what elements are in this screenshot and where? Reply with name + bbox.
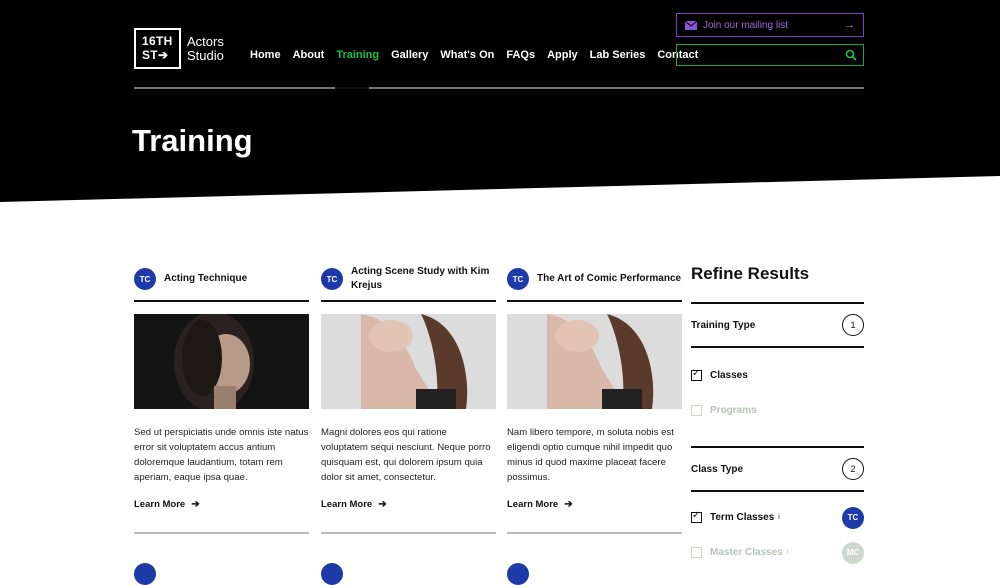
nav-apply[interactable]: Apply: [547, 49, 578, 61]
card-image[interactable]: [134, 314, 309, 409]
nav-faqs[interactable]: FAQs: [506, 49, 535, 61]
site-logo[interactable]: 16TH ST➔ Actors Studio: [134, 28, 224, 69]
card-description: Sed ut perspiciatis unde omnis iste natu…: [134, 427, 309, 483]
mail-icon: [685, 20, 697, 30]
term-class-badge: TC: [842, 506, 864, 529]
filter-section-label: Class Type: [691, 463, 744, 475]
info-icon[interactable]: i: [778, 514, 780, 521]
nav-training[interactable]: Training: [336, 49, 379, 61]
logo-name-line-1: Actors: [187, 33, 224, 49]
learn-more-link[interactable]: Learn More ➔: [321, 499, 496, 510]
course-card: TC Acting Scene Study with Kim Krejus Ma…: [321, 262, 496, 585]
nav-active-indicator: [335, 87, 369, 89]
mailing-list-button[interactable]: Join our mailing list →: [676, 13, 864, 37]
search-icon[interactable]: [845, 49, 857, 61]
filter-section-number: 1: [842, 314, 864, 336]
info-icon[interactable]: i: [787, 549, 789, 556]
course-card: TC Acting Technique Sed ut perspiciatis …: [134, 262, 309, 585]
card-title[interactable]: Acting Technique: [164, 272, 247, 286]
filter-section-label: Training Type: [691, 319, 756, 331]
nav-lab-series[interactable]: Lab Series: [590, 49, 646, 61]
main-nav: Home About Training Gallery What's On FA…: [250, 49, 710, 61]
filter-option-master-classes[interactable]: Master Classes i MC: [691, 535, 864, 570]
nav-divider: [134, 87, 864, 89]
logo-mark: 16TH ST➔: [134, 28, 181, 69]
next-row-badge: [507, 563, 529, 585]
course-card: TC The Art of Comic Performance Nam libe…: [507, 262, 682, 585]
card-title[interactable]: The Art of Comic Performance: [537, 272, 681, 286]
mailing-list-label: Join our mailing list: [703, 19, 789, 31]
refine-results-panel: Refine Results Training Type 1 Classes P…: [691, 262, 864, 570]
course-type-badge: TC: [507, 268, 529, 290]
card-divider: [134, 532, 309, 534]
logo-wordmark: Actors Studio: [187, 33, 224, 63]
course-type-badge: TC: [321, 268, 343, 290]
next-row-badge: [321, 563, 343, 585]
card-header[interactable]: TC Acting Scene Study with Kim Krejus: [321, 262, 496, 302]
next-row-badge: [134, 563, 156, 585]
filter-section-class-type[interactable]: Class Type 2: [691, 448, 864, 492]
course-type-badge: TC: [134, 268, 156, 290]
filter-section-number: 2: [842, 458, 864, 480]
filter-option-classes[interactable]: Classes: [691, 358, 864, 393]
page-title: Training: [132, 123, 253, 158]
logo-arrow-icon: ➔: [157, 48, 169, 62]
search-input[interactable]: [676, 44, 864, 66]
filter-option-label: Classes: [710, 370, 748, 381]
arrow-right-icon: ➔: [564, 499, 573, 510]
card-description: Magni dolores eos qui ratione voluptatem…: [321, 427, 491, 483]
logo-line-1: 16TH: [142, 34, 173, 48]
learn-more-label: Learn More: [321, 499, 373, 510]
card-image[interactable]: [321, 314, 496, 409]
learn-more-link[interactable]: Learn More ➔: [507, 499, 682, 510]
card-title[interactable]: Acting Scene Study with Kim Krejus: [351, 265, 496, 293]
learn-more-link[interactable]: Learn More ➔: [134, 499, 309, 510]
filter-option-term-classes[interactable]: Term Classes i TC: [691, 500, 864, 535]
nav-whats-on[interactable]: What's On: [440, 49, 494, 61]
card-image[interactable]: [507, 314, 682, 409]
card-divider: [321, 532, 496, 534]
checkbox-unchecked[interactable]: [691, 547, 702, 558]
filter-option-programs[interactable]: Programs: [691, 393, 864, 428]
logo-line-2: ST: [142, 48, 158, 62]
checkbox-checked[interactable]: [691, 510, 702, 523]
arrow-right-icon: ➔: [378, 499, 387, 510]
arrow-right-icon: →: [844, 19, 855, 31]
learn-more-label: Learn More: [507, 499, 559, 510]
card-divider: [507, 532, 682, 534]
nav-about[interactable]: About: [293, 49, 325, 61]
nav-home[interactable]: Home: [250, 49, 281, 61]
card-header[interactable]: TC The Art of Comic Performance: [507, 262, 682, 302]
card-description: Nam libero tempore, m soluta nobis est e…: [507, 427, 674, 483]
filter-option-label: Programs: [710, 405, 757, 416]
checkbox-unchecked[interactable]: [691, 405, 702, 416]
card-header[interactable]: TC Acting Technique: [134, 262, 309, 302]
filter-option-label: Master Classes: [710, 547, 783, 558]
filter-section-training-type[interactable]: Training Type 1: [691, 304, 864, 348]
checkbox-checked[interactable]: [691, 368, 702, 381]
refine-results-title: Refine Results: [691, 262, 864, 304]
learn-more-label: Learn More: [134, 499, 186, 510]
nav-gallery[interactable]: Gallery: [391, 49, 428, 61]
filter-option-label: Term Classes: [710, 512, 775, 523]
master-class-badge: MC: [842, 541, 864, 564]
arrow-right-icon: ➔: [191, 499, 200, 510]
logo-name-line-2: Studio: [187, 47, 224, 63]
